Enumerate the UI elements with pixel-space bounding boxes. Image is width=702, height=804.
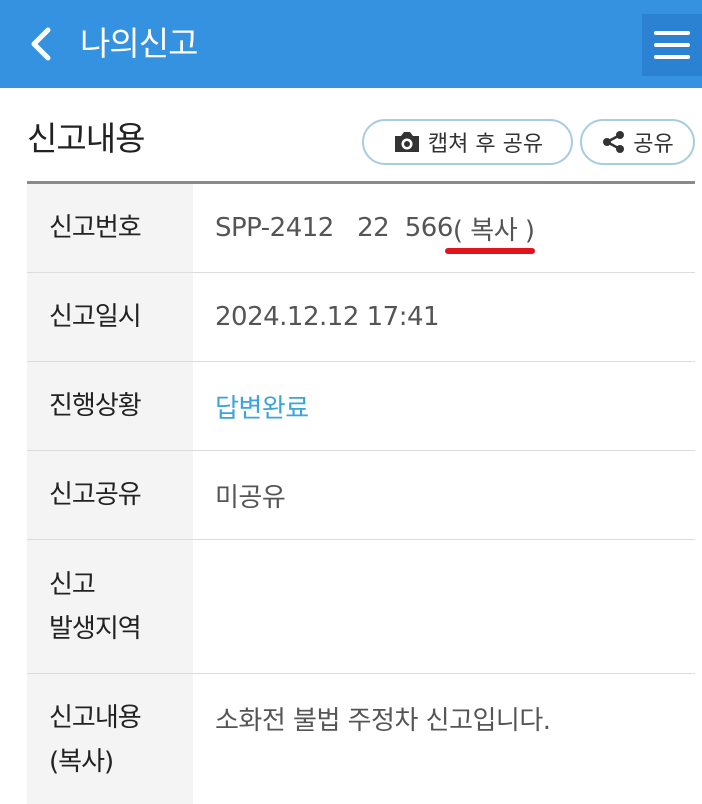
report-sharing-label: 신고공유: [27, 451, 193, 539]
red-underline-annotation: [444, 247, 535, 254]
row-progress-status: 진행상황 답변완료: [27, 362, 695, 451]
location-label: 신고 발생지역: [27, 540, 193, 673]
report-datetime-label: 신고일시: [27, 273, 193, 361]
location-value: [193, 540, 695, 673]
report-number-cell: SPP-2412 22 566 ( 복사 ): [193, 184, 695, 272]
app-bar: 나의신고: [0, 0, 702, 88]
row-report-datetime: 신고일시 2024.12.12 17:41: [27, 273, 695, 362]
content-label-line2[interactable]: (복사): [49, 740, 114, 784]
row-content: 신고내용 (복사) 소화전 불법 주정차 신고입니다.: [27, 674, 695, 804]
copy-report-number-link[interactable]: ( 복사 ): [444, 210, 535, 254]
content-label: 신고내용 (복사): [27, 674, 193, 804]
location-label-line2: 발생지역: [49, 613, 142, 644]
row-report-sharing: 신고공유 미공유: [27, 451, 695, 540]
report-detail-table: 신고번호 SPP-2412 22 566 ( 복사 ) 신고일시 2024.12…: [27, 181, 695, 804]
capture-share-button[interactable]: 캡쳐 후 공유: [362, 119, 573, 165]
page-title: 나의신고: [80, 24, 198, 63]
share-label: 공유: [633, 132, 674, 157]
back-chevron-icon: [31, 27, 51, 61]
row-report-number: 신고번호 SPP-2412 22 566 ( 복사 ): [27, 184, 695, 273]
report-datetime-value: 2024.12.12 17:41: [215, 302, 440, 332]
camera-icon: [394, 132, 419, 152]
progress-status-label: 진행상황: [27, 362, 193, 450]
location-label-line1: 신고: [49, 569, 96, 600]
content-label-line1: 신고내용: [49, 703, 142, 733]
share-button[interactable]: 공유: [580, 119, 695, 165]
capture-share-label: 캡쳐 후 공유: [427, 132, 544, 157]
content-value: 소화전 불법 주정차 신고입니다.: [215, 706, 551, 736]
report-sharing-value: 미공유: [215, 482, 286, 513]
report-number-label: 신고번호: [27, 184, 193, 272]
report-number-value: SPP-2412 22 566: [215, 213, 453, 243]
copy-label: ( 복사 ): [452, 215, 535, 246]
section-title: 신고내용: [27, 119, 145, 158]
back-button[interactable]: [22, 22, 62, 66]
progress-status-value: 답변완료: [215, 393, 309, 424]
share-icon: [603, 131, 625, 153]
menu-button[interactable]: [642, 14, 702, 76]
row-location: 신고 발생지역: [27, 540, 695, 674]
